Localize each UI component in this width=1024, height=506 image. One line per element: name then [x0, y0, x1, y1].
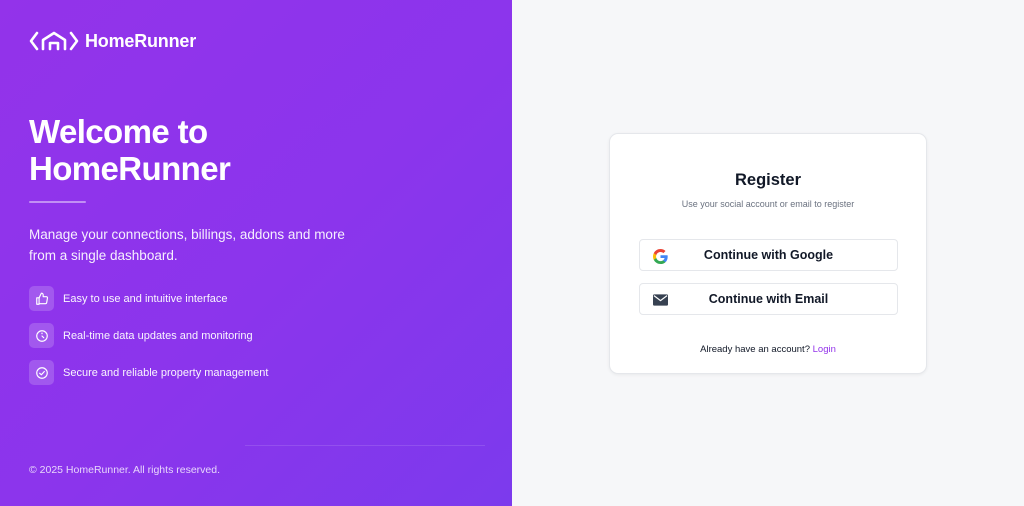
feature-label: Secure and reliable property management: [63, 366, 269, 379]
continue-with-email-button[interactable]: Continue with Email: [639, 283, 898, 315]
brand-name: HomeRunner: [85, 30, 197, 51]
register-page: HomeRunner Welcome to HomeRunner Manage …: [0, 0, 1024, 506]
check-circle-icon: [29, 360, 54, 385]
hero-description: Manage your connections, billings, addon…: [29, 227, 345, 263]
google-icon: [652, 248, 668, 264]
login-prompt: Already have an account? Login: [610, 344, 926, 355]
thumbs-up-icon: [29, 286, 54, 311]
brand-logo[interactable]: HomeRunner: [29, 30, 196, 52]
decorative-line: [245, 445, 485, 446]
hero-title-line1: Welcome to: [29, 113, 208, 150]
feature-item: Secure and reliable property management: [29, 360, 268, 385]
login-link[interactable]: Login: [813, 344, 836, 355]
feature-list: Easy to use and intuitive interface Real…: [29, 286, 268, 397]
register-subtitle: Use your social account or email to regi…: [681, 199, 855, 209]
login-prompt-text: Already have an account?: [700, 344, 810, 355]
feature-label: Real-time data updates and monitoring: [63, 329, 253, 342]
register-panel: Register Use your social account or emai…: [512, 0, 1024, 506]
gauge-icon: [29, 323, 54, 348]
hero: Welcome to HomeRunner Manage your connec…: [29, 113, 469, 266]
email-button-label: Continue with Email: [708, 292, 829, 306]
feature-label: Easy to use and intuitive interface: [63, 292, 228, 305]
continue-with-google-button[interactable]: Continue with Google: [639, 239, 898, 271]
hero-title-line2: HomeRunner: [29, 150, 231, 187]
home-code-icon: [29, 30, 79, 52]
copyright: © 2025 HomeRunner. All rights reserved.: [29, 464, 220, 476]
register-title: Register: [734, 171, 802, 189]
hero-divider: [29, 201, 86, 203]
branding-panel: HomeRunner Welcome to HomeRunner Manage …: [0, 0, 512, 506]
envelope-icon: [652, 292, 668, 308]
feature-item: Easy to use and intuitive interface: [29, 286, 268, 311]
register-card: Register Use your social account or emai…: [609, 133, 927, 374]
google-button-label: Continue with Google: [703, 248, 834, 262]
hero-title: Welcome to HomeRunner: [29, 113, 469, 187]
feature-item: Real-time data updates and monitoring: [29, 323, 268, 348]
